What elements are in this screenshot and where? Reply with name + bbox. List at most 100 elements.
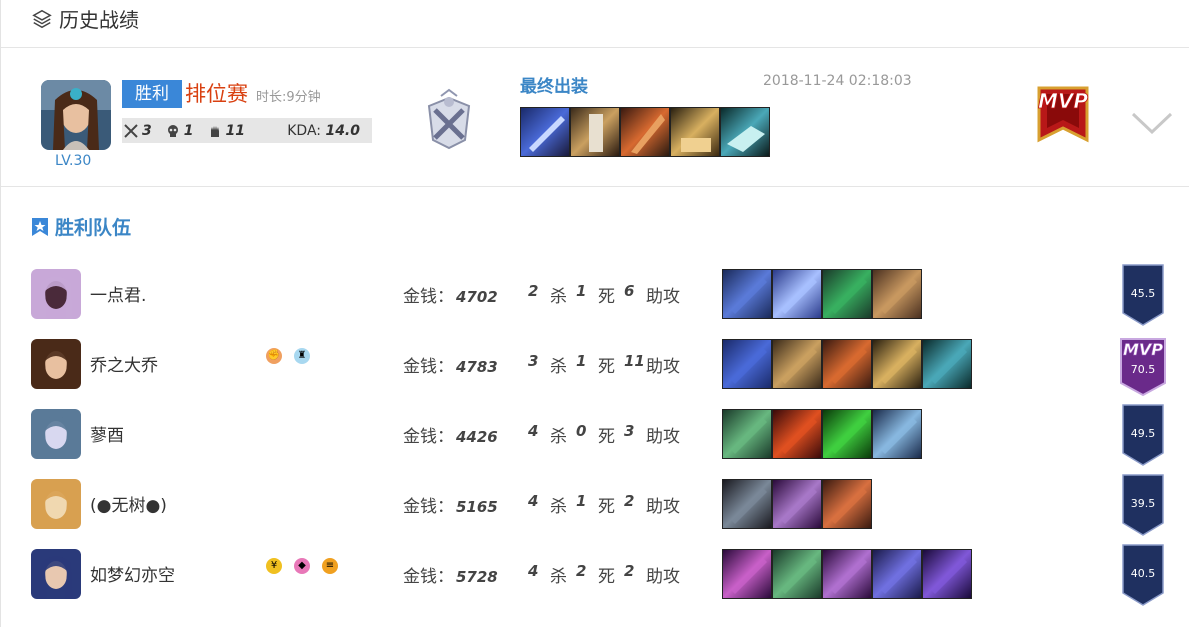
item-slot[interactable] xyxy=(822,269,872,319)
player-kda: 2 杀 1 死 6 助攻 xyxy=(528,282,680,307)
deaths-value: 1 xyxy=(183,122,194,139)
item-slot[interactable] xyxy=(822,409,872,459)
kills-value: 3 xyxy=(142,122,152,139)
assists-stat: 11 xyxy=(208,123,245,139)
item-slot[interactable] xyxy=(922,549,972,599)
kill-label: 杀 xyxy=(550,427,567,447)
assist-count: 6 xyxy=(624,282,635,300)
chevron-down-icon[interactable] xyxy=(1131,112,1173,135)
tower-icon: ♜ xyxy=(294,348,310,364)
player-name[interactable]: 如梦幻亦空 xyxy=(90,561,175,586)
gold-label: 金钱： xyxy=(403,287,454,307)
item-slot[interactable] xyxy=(822,339,872,389)
item-slot[interactable] xyxy=(772,549,822,599)
death-label: 死 xyxy=(598,567,615,587)
player-kda: 4 杀 0 死 3 助攻 xyxy=(528,422,680,447)
player-avatar[interactable] xyxy=(31,549,81,599)
player-name[interactable]: 乔之大乔 xyxy=(90,351,158,376)
score-value: 70.5 xyxy=(1131,363,1156,376)
page-title: 历史战绩 xyxy=(31,4,139,33)
item-slot[interactable] xyxy=(722,339,772,389)
player-avatar[interactable] xyxy=(31,339,81,389)
player-row[interactable]: 如梦幻亦空 ¥ ◆ ≡ 金钱： 5728 4 杀 2 死 2 助攻 40.5 xyxy=(1,544,1189,619)
death-count: 0 xyxy=(576,422,587,440)
item-slot[interactable] xyxy=(620,107,670,157)
player-kda: 3 杀 1 死 11 助攻 xyxy=(528,352,680,377)
final-items xyxy=(520,107,770,157)
gold-label: 金钱： xyxy=(403,567,454,587)
player-avatar[interactable] xyxy=(31,479,81,529)
score-value: 40.5 xyxy=(1131,567,1156,580)
page-title-text: 历史战绩 xyxy=(59,8,139,32)
item-slot[interactable] xyxy=(872,409,922,459)
item-slot[interactable] xyxy=(670,107,720,157)
item-slot[interactable] xyxy=(872,269,922,319)
skull-icon xyxy=(167,124,178,137)
kill-label: 杀 xyxy=(550,497,567,517)
team-title-text: 胜利队伍 xyxy=(55,217,132,239)
player-items xyxy=(722,269,922,319)
item-slot[interactable] xyxy=(772,269,822,319)
match-duration: 时长:9分钟 xyxy=(256,90,321,105)
item-slot[interactable] xyxy=(722,409,772,459)
kills-stat: 3 xyxy=(124,123,152,139)
player-row[interactable]: (●无树●) 金钱： 5165 4 杀 1 死 2 助攻 39.5 xyxy=(1,474,1189,549)
item-slot[interactable] xyxy=(822,549,872,599)
death-label: 死 xyxy=(598,497,615,517)
star-badge-icon xyxy=(32,217,48,236)
item-slot[interactable] xyxy=(872,549,922,599)
match-history-panel: 历史战绩 LV.30 胜利 排位赛 时长:9分钟 3 1 11 KDA: 14.… xyxy=(0,0,1189,627)
score-badge: 45.5 xyxy=(1122,264,1164,326)
player-name[interactable]: (●无树●) xyxy=(90,491,167,516)
shield-icon: ◆ xyxy=(294,558,310,574)
item-slot[interactable] xyxy=(772,409,822,459)
player-gold: 金钱： 5165 xyxy=(403,492,498,517)
player-honor-icons: ¥ ◆ ≡ xyxy=(266,558,338,574)
item-slot[interactable] xyxy=(722,479,772,529)
gold-label: 金钱： xyxy=(403,357,454,377)
hand-icon xyxy=(210,125,219,137)
assist-count: 3 xyxy=(624,422,635,440)
player-name[interactable]: 蓼酉 xyxy=(90,421,124,446)
kill-label: 杀 xyxy=(550,287,567,307)
death-label: 死 xyxy=(598,427,615,447)
player-avatar[interactable] xyxy=(31,409,81,459)
item-slot[interactable] xyxy=(720,107,770,157)
item-slot[interactable] xyxy=(772,339,822,389)
rank-emblem-icon xyxy=(419,88,479,152)
item-slot[interactable] xyxy=(822,479,872,529)
kill-count: 3 xyxy=(528,352,539,370)
assist-label: 助攻 xyxy=(646,567,680,587)
hero-portrait[interactable] xyxy=(41,80,111,150)
gold-value: 4426 xyxy=(456,428,498,446)
player-row[interactable]: 蓼酉 金钱： 4426 4 杀 0 死 3 助攻 49.5 xyxy=(1,404,1189,479)
player-name[interactable]: 一点君. xyxy=(90,281,146,306)
gold-value: 4783 xyxy=(456,358,498,376)
item-slot[interactable] xyxy=(520,107,570,157)
player-row[interactable]: 乔之大乔 ✊ ♜ 金钱： 4783 3 杀 1 死 11 助攻 MVP 70.5 xyxy=(1,338,1189,409)
player-kda: 4 杀 1 死 2 助攻 xyxy=(528,492,680,517)
gold-value: 5728 xyxy=(456,568,498,586)
player-gold: 金钱： 5728 xyxy=(403,562,498,587)
assist-label: 助攻 xyxy=(646,357,680,377)
item-slot[interactable] xyxy=(722,269,772,319)
item-slot[interactable] xyxy=(570,107,620,157)
item-slot[interactable] xyxy=(872,339,922,389)
player-row[interactable]: 一点君. 金钱： 4702 2 杀 1 死 6 助攻 45.5 xyxy=(1,264,1189,339)
final-items-label: 最终出装 xyxy=(520,77,588,97)
player-gold: 金钱： 4783 xyxy=(403,352,498,377)
item-slot[interactable] xyxy=(722,549,772,599)
score-value: 45.5 xyxy=(1131,287,1156,300)
kda-label: KDA: xyxy=(287,122,321,139)
mvp-badge: MVP xyxy=(1027,80,1099,150)
player-avatar[interactable] xyxy=(31,269,81,319)
assist-count: 11 xyxy=(624,352,645,370)
death-label: 死 xyxy=(598,357,615,377)
kill-label: 杀 xyxy=(550,567,567,587)
coin-icon: ¥ xyxy=(266,558,282,574)
item-slot[interactable] xyxy=(772,479,822,529)
gold-value: 4702 xyxy=(456,288,498,306)
gold-value: 5165 xyxy=(456,498,498,516)
assist-label: 助攻 xyxy=(646,287,680,307)
item-slot[interactable] xyxy=(922,339,972,389)
